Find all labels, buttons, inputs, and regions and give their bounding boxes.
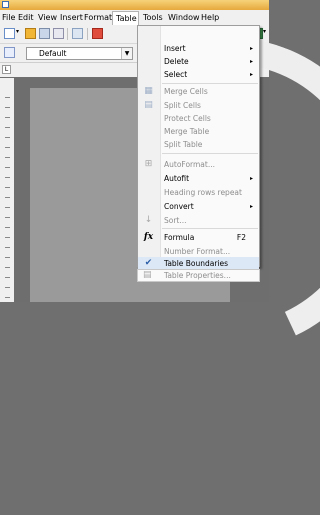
merge-cells-icon: ▦ — [144, 86, 153, 96]
app-icon — [2, 1, 9, 8]
submenu-arrow-icon: ▸ — [249, 175, 253, 182]
sort-icon: ↓ — [144, 215, 153, 225]
export-pdf-icon[interactable] — [92, 28, 103, 39]
menu-item-label: Autofit — [164, 174, 190, 183]
menu-item-convert[interactable]: Convert ▸ — [138, 200, 259, 213]
title-bar — [0, 0, 269, 10]
menu-edit[interactable]: Edit — [18, 13, 34, 22]
menu-separator — [162, 228, 258, 229]
menu-item-label: AutoFormat... — [164, 160, 215, 169]
autoformat-icon: ⊞ — [144, 159, 153, 169]
menu-separator — [162, 83, 258, 84]
menu-item-split-cells[interactable]: ▤ Split Cells — [138, 99, 259, 112]
new-document-icon[interactable] — [4, 28, 15, 39]
tab-stop-icon[interactable]: L — [2, 65, 11, 74]
menu-item-label: Protect Cells — [164, 114, 211, 123]
menu-separator — [162, 153, 258, 154]
submenu-arrow-icon: ▸ — [249, 58, 253, 65]
paragraph-style-select[interactable]: Default ▼ — [26, 47, 133, 60]
menu-item-label: Insert — [164, 44, 186, 53]
submenu-arrow-icon: ▸ — [249, 45, 253, 52]
styles-formatting-icon[interactable] — [4, 47, 15, 58]
menu-item-heading-rows-repeat[interactable]: Heading rows repeat — [138, 186, 259, 199]
menu-view[interactable]: View — [38, 13, 57, 22]
menu-item-insert[interactable]: Insert ▸ — [138, 42, 259, 55]
menu-insert[interactable]: Insert — [60, 13, 83, 22]
paragraph-style-value: Default — [39, 49, 67, 58]
menu-item-label: Delete — [164, 57, 189, 66]
menu-item-label: Number Format... — [164, 247, 231, 256]
toolbar-separator — [87, 28, 88, 40]
menu-item-label: Convert — [164, 202, 194, 211]
email-icon[interactable] — [53, 28, 64, 39]
menu-item-formula[interactable]: fx Formula F2 — [138, 231, 259, 244]
open-folder-icon[interactable] — [25, 28, 36, 39]
menu-window[interactable]: Window — [168, 13, 200, 22]
save-icon[interactable] — [39, 28, 50, 39]
menu-item-table-properties[interactable]: ▤ Table Properties... — [137, 269, 260, 282]
menu-item-label: Table Properties... — [164, 271, 231, 280]
menu-item-label: Split Cells — [164, 101, 201, 110]
split-cells-icon: ▤ — [144, 100, 153, 110]
formula-icon: fx — [143, 232, 154, 242]
menu-item-label: Sort... — [164, 216, 187, 225]
submenu-arrow-icon: ▸ — [249, 203, 253, 210]
menu-item-autofit[interactable]: Autofit ▸ — [138, 172, 259, 185]
menu-file[interactable]: File — [2, 13, 15, 22]
toolbar-dropdown-icon[interactable]: ▾ — [263, 28, 269, 39]
menu-item-label: Merge Cells — [164, 87, 208, 96]
submenu-arrow-icon: ▸ — [249, 71, 253, 78]
menu-table[interactable]: Table — [112, 11, 139, 25]
menu-item-label: Heading rows repeat — [164, 188, 242, 197]
table-menu: Insert ▸ Delete ▸ Select ▸ ▦ Merge Cells… — [137, 25, 260, 270]
menu-item-sort[interactable]: ↓ Sort... — [138, 214, 259, 227]
checkmark-icon: ✔ — [144, 258, 153, 268]
menu-item-label: Merge Table — [164, 127, 210, 136]
menu-item-shortcut: F2 — [236, 233, 246, 242]
table-properties-icon: ▤ — [143, 270, 152, 280]
menu-item-select[interactable]: Select ▸ — [138, 68, 259, 81]
menu-item-merge-cells[interactable]: ▦ Merge Cells — [138, 85, 259, 98]
menu-item-protect-cells[interactable]: Protect Cells — [138, 112, 259, 125]
menu-item-label: Select — [164, 70, 188, 79]
menu-item-label: Split Table — [164, 140, 203, 149]
menu-item-label: Formula — [164, 233, 195, 242]
menu-item-label: Table Boundaries — [164, 259, 229, 268]
toolbar-separator — [67, 28, 68, 40]
chevron-down-icon[interactable]: ▼ — [121, 48, 132, 59]
menu-item-merge-table[interactable]: Merge Table — [138, 125, 259, 138]
menu-item-split-table[interactable]: Split Table — [138, 138, 259, 151]
menu-item-autoformat[interactable]: ⊞ AutoFormat... — [138, 158, 259, 171]
menu-bar: File Edit View Insert Format Table Tools… — [0, 10, 269, 25]
menu-help[interactable]: Help — [201, 13, 219, 22]
menu-format[interactable]: Format — [84, 13, 112, 22]
edit-file-icon[interactable] — [72, 28, 83, 39]
menu-item-delete[interactable]: Delete ▸ — [138, 55, 259, 68]
new-dropdown-icon[interactable]: ▾ — [16, 28, 21, 39]
menu-tools[interactable]: Tools — [143, 13, 163, 22]
